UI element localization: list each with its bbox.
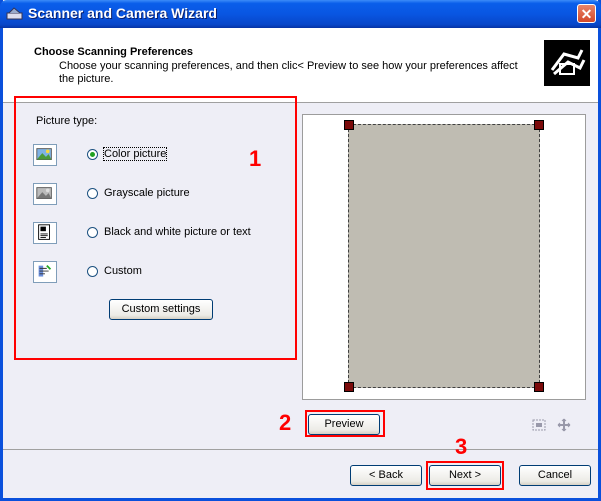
window-title: Scanner and Camera Wizard (28, 5, 217, 21)
annotation-box-2 (305, 410, 385, 437)
page-subtitle: Choose your scanning preferences, and th… (59, 60, 518, 85)
annotation-box-1 (14, 96, 297, 360)
annotation-marker-3: 3 (455, 434, 468, 459)
close-button[interactable]: ✕ (577, 4, 596, 23)
resize-handle-bottom-left[interactable] (344, 382, 354, 392)
annotation-marker-2: 2 (279, 410, 292, 435)
wizard-header: Choose Scanning Preferences Choose your … (3, 28, 598, 103)
annotation-marker-1: 1 (249, 146, 262, 171)
resize-handle-top-right[interactable] (534, 120, 544, 130)
annotation-box-3 (426, 461, 504, 490)
page-title: Choose Scanning Preferences (34, 46, 193, 58)
footer-separator (3, 449, 598, 450)
resize-handle-bottom-right[interactable] (534, 382, 544, 392)
wizard-window: Scanner and Camera Wizard ✕ Choose Scann… (0, 0, 601, 501)
preview-area (302, 114, 586, 400)
cancel-button[interactable]: Cancel (519, 465, 591, 486)
zoom-icon[interactable] (531, 418, 547, 432)
pan-icon[interactable] (556, 418, 572, 432)
title-bar: Scanner and Camera Wizard ✕ (0, 0, 601, 28)
scan-selection-region[interactable] (344, 120, 544, 392)
resize-handle-top-left[interactable] (344, 120, 354, 130)
camera-scanner-icon (544, 40, 590, 86)
scanner-icon (6, 7, 23, 20)
back-button[interactable]: < Back (350, 465, 422, 486)
